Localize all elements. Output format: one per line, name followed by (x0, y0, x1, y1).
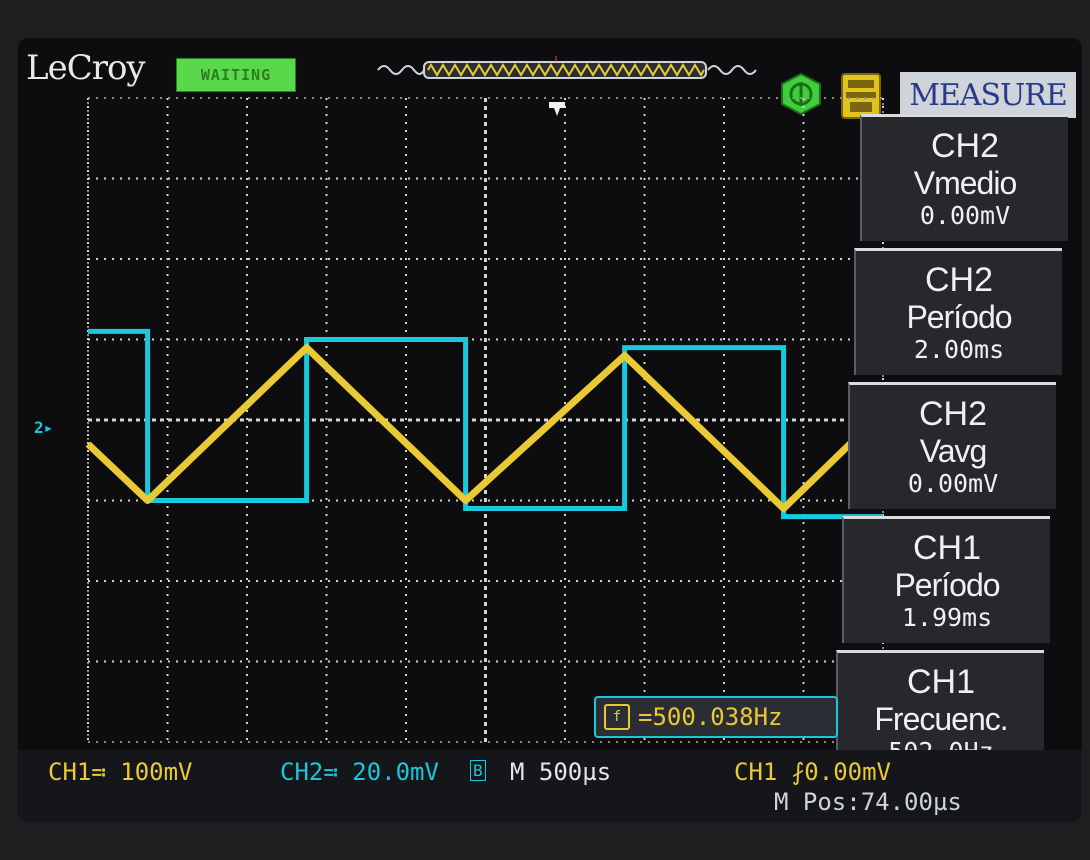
ch2-scale[interactable]: CH2≕ 20.0mV (280, 758, 439, 786)
timebase-position-bar[interactable]: T (376, 56, 760, 88)
oscilloscope-screen: LeCroy WAITING T MEASURE 2▸ CH2 Vmedio 0… (18, 38, 1082, 822)
oscilloscope-bezel: LeCroy WAITING T MEASURE 2▸ CH2 Vmedio 0… (0, 0, 1090, 860)
measure-channel: CH2 (930, 127, 1000, 165)
measure-name: Período (906, 299, 1012, 335)
brand-logo: LeCroy (26, 48, 146, 88)
counter-icon: f (604, 704, 630, 730)
graticule-grid (87, 97, 884, 743)
horizontal-position[interactable]: M Pos:74.00µs (774, 788, 962, 816)
measure-name: Frecuenc. (874, 701, 1008, 737)
measure-name: Vavg (919, 433, 988, 469)
trigger-position-arrow-icon (549, 102, 566, 116)
measure-channel: CH2 (924, 261, 994, 299)
measure-item-ch2-vmedio[interactable]: CH2 Vmedio 0.00mV (860, 114, 1068, 241)
measure-name: Vmedio (913, 165, 1017, 201)
measure-value: 0.00mV (907, 469, 999, 498)
measure-value: 2.00ms (913, 335, 1005, 364)
measure-channel: CH1 (912, 529, 982, 567)
ch2-ground-marker-icon: 2▸ (34, 418, 54, 437)
measure-channel: CH2 (918, 395, 988, 433)
measure-item-ch2-vavg[interactable]: CH2 Vavg 0.00mV (848, 382, 1056, 509)
measure-panel: CH2 Vmedio 0.00mV CH2 Período 2.00ms CH2… (836, 114, 1082, 778)
timebase-scale[interactable]: M 500µs (510, 758, 611, 786)
frequency-counter-value: =500.038Hz (638, 703, 783, 731)
measure-value: 0.00mV (919, 201, 1011, 230)
status-bar: CH1≕ 100mV CH2≕ 20.0mV B M 500µs CH1 ⨏0.… (18, 750, 1082, 822)
ch2-bandwidth-limit-badge: B (470, 760, 486, 781)
frequency-counter: f =500.038Hz (594, 696, 838, 738)
menu-title[interactable]: MEASURE (900, 72, 1076, 118)
svg-text:T: T (552, 56, 560, 65)
measure-channel: CH1 (906, 663, 976, 701)
measure-item-ch1-periodo[interactable]: CH1 Período 1.99ms (842, 516, 1050, 643)
status-badge: WAITING (176, 58, 296, 92)
ch1-scale[interactable]: CH1≕ 100mV (48, 758, 193, 786)
measure-value: 1.99ms (901, 603, 993, 632)
measure-item-ch2-periodo[interactable]: CH2 Período 2.00ms (854, 248, 1062, 375)
measure-name: Período (894, 567, 1000, 603)
waveform-display (85, 97, 886, 743)
trigger-info[interactable]: CH1 ⨏0.00mV (734, 758, 891, 786)
